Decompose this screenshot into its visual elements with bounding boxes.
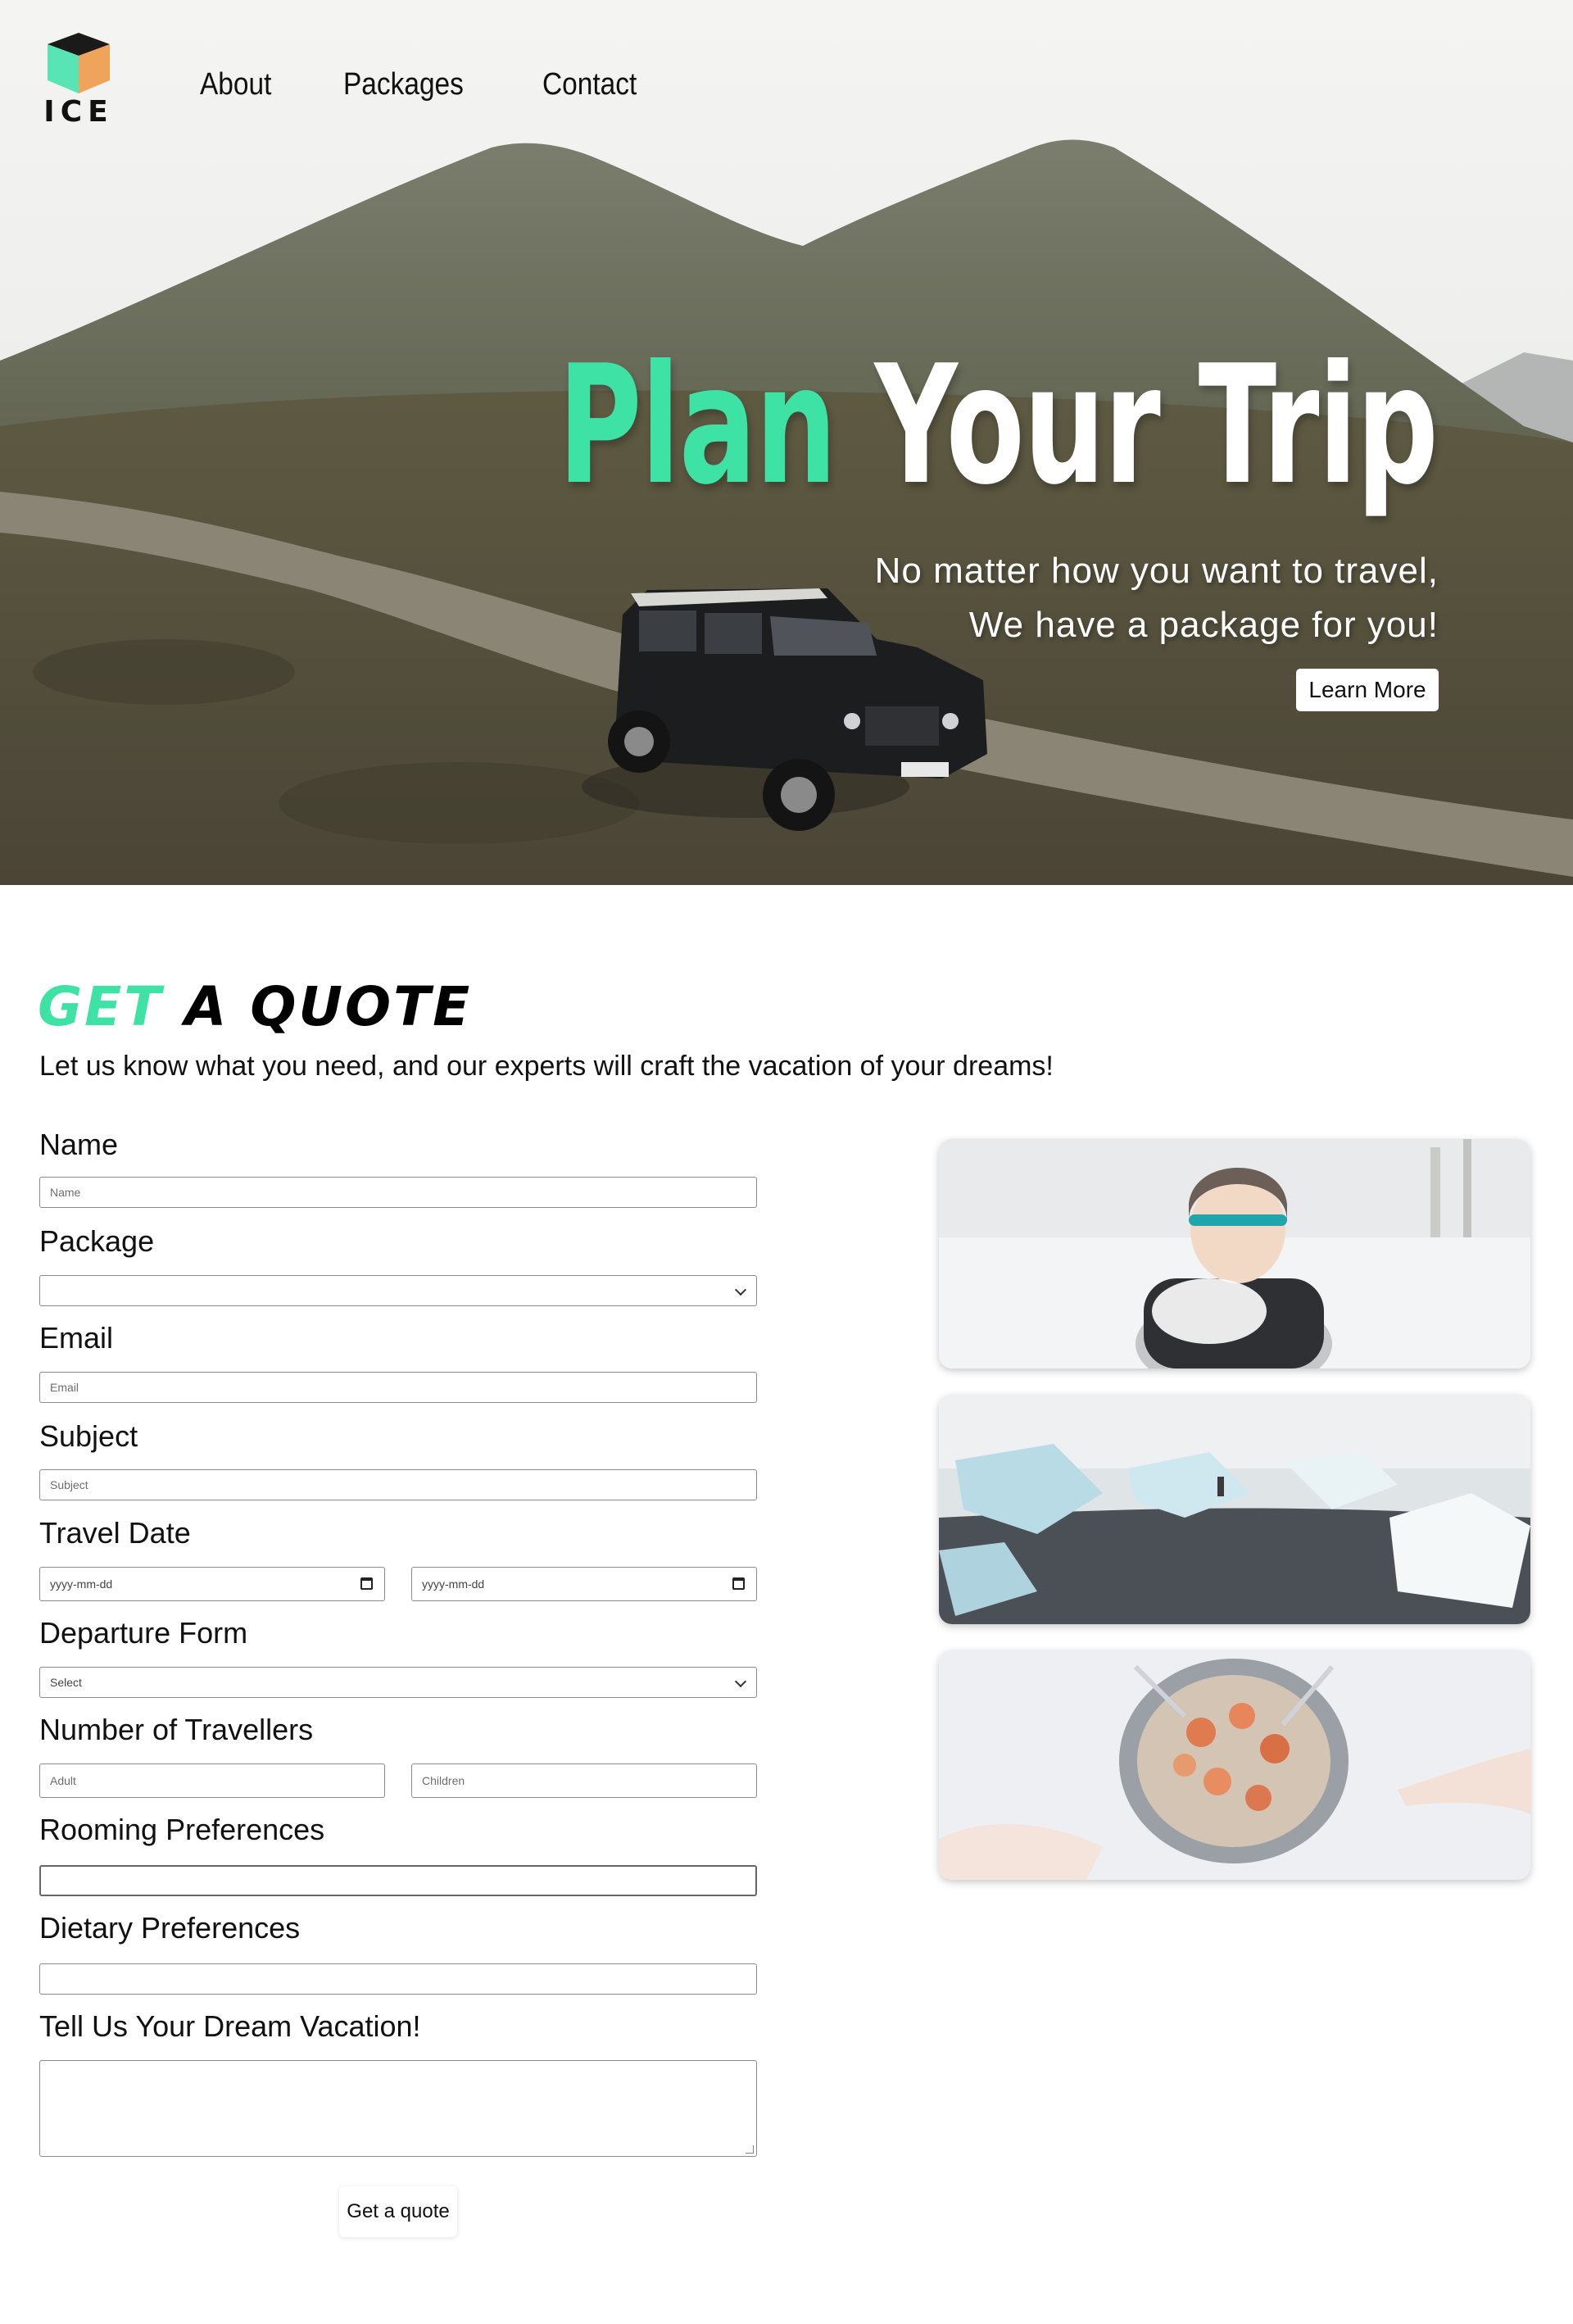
nav-about-link[interactable]: About (200, 67, 271, 102)
email-input[interactable]: Email (39, 1372, 757, 1403)
quote-title: GET A QUOTE (38, 975, 472, 1038)
travel-date-from-placeholder: yyyy-mm-dd (50, 1577, 113, 1591)
name-input-placeholder: Name (50, 1186, 81, 1199)
travel-date-to-input[interactable]: yyyy-mm-dd (411, 1567, 757, 1601)
hero-subtitle-line-2: We have a package for you! (968, 605, 1439, 645)
travel-date-to-placeholder: yyyy-mm-dd (422, 1577, 485, 1591)
hero-subtitle: No matter how you want to travel, We hav… (875, 544, 1439, 652)
resize-handle-icon[interactable] (746, 2145, 754, 2154)
adult-count-input[interactable]: Adult (39, 1763, 385, 1798)
nav-packages-link[interactable]: Packages (343, 67, 464, 102)
children-count-placeholder: Children (422, 1774, 465, 1787)
snow-child-photo (939, 1139, 1530, 1369)
subject-input[interactable]: Subject (39, 1469, 757, 1500)
package-label: Package (39, 1224, 155, 1258)
get-quote-button[interactable]: Get a quote (339, 2186, 457, 2237)
hero-title-rest: Your Trip (874, 330, 1438, 521)
name-label: Name (39, 1128, 119, 1161)
chevron-down-icon (734, 1283, 747, 1296)
glacier-beach-photo (939, 1395, 1530, 1624)
hero-section: ICE About Packages Contact Plan Your Tri… (0, 0, 1573, 885)
departure-select[interactable]: Select (39, 1667, 757, 1698)
main-nav: About Packages Contact (200, 67, 650, 102)
dietary-label: Dietary Preferences (39, 1911, 301, 1945)
dream-vacation-textarea[interactable] (39, 2060, 757, 2157)
chevron-down-icon (734, 1675, 747, 1688)
dream-vacation-label: Tell Us Your Dream Vacation! (39, 2009, 421, 2043)
travellers-label: Number of Travellers (39, 1713, 314, 1746)
hero-title-accent: Plan (557, 330, 837, 521)
email-label: Email (39, 1321, 114, 1355)
quote-title-accent: GET (38, 975, 164, 1038)
hero-title: Plan Your Trip (558, 344, 1439, 508)
hero-subtitle-line-1: No matter how you want to travel, (874, 551, 1439, 591)
calendar-icon[interactable] (732, 1577, 745, 1590)
dietary-input[interactable] (39, 1963, 757, 1995)
rooming-label: Rooming Preferences (39, 1813, 325, 1846)
calendar-icon[interactable] (360, 1577, 373, 1590)
brand-logo-text: ICE (43, 95, 114, 129)
quote-title-rest: A QUOTE (184, 975, 473, 1038)
quote-lead-text: Let us know what you need, and our exper… (39, 1051, 1054, 1082)
name-input[interactable]: Name (39, 1177, 757, 1208)
travel-date-from-input[interactable]: yyyy-mm-dd (39, 1567, 385, 1601)
departure-label: Departure Form (39, 1616, 248, 1650)
learn-more-button[interactable]: Learn More (1296, 669, 1439, 711)
brand-logo[interactable]: ICE (43, 30, 115, 131)
package-select[interactable] (39, 1275, 757, 1306)
seafood-dish-photo (939, 1650, 1530, 1880)
cube-logo-icon (48, 33, 110, 93)
subject-label: Subject (39, 1419, 138, 1453)
email-input-placeholder: Email (50, 1381, 79, 1394)
rooming-input[interactable] (39, 1865, 757, 1896)
subject-input-placeholder: Subject (50, 1478, 88, 1491)
travel-date-label: Travel Date (39, 1516, 191, 1550)
departure-select-value: Select (50, 1676, 82, 1689)
adult-count-placeholder: Adult (50, 1774, 76, 1787)
nav-contact-link[interactable]: Contact (542, 67, 637, 102)
children-count-input[interactable]: Children (411, 1763, 757, 1798)
